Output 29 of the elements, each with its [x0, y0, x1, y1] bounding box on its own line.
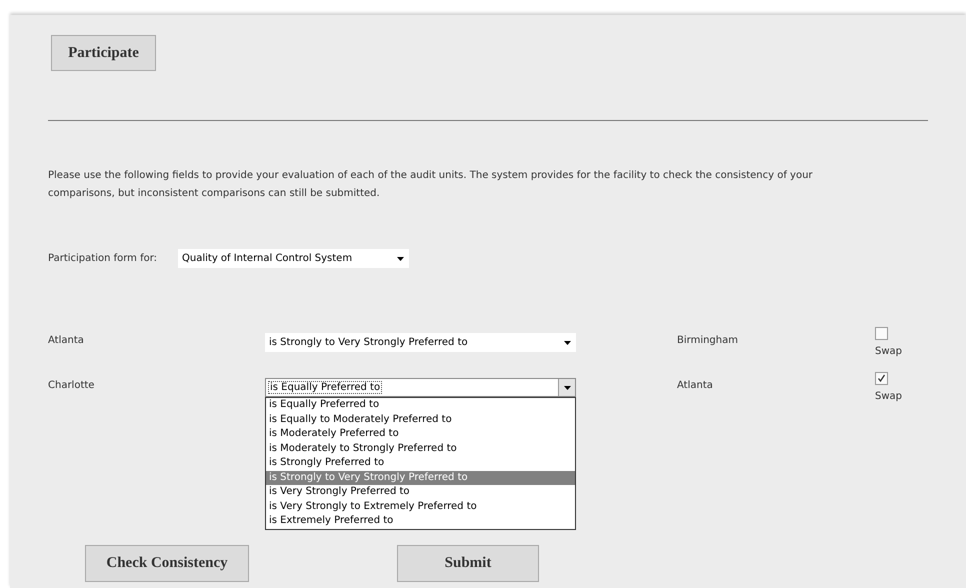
dropdown-option[interactable]: is Very Strongly to Extremely Preferred to [266, 500, 575, 514]
caret-icon [397, 256, 404, 260]
form-label: Participation form for: [48, 253, 158, 264]
unit-label: Atlanta [677, 379, 714, 393]
dropdown-option[interactable]: is Strongly to Very Strongly Preferred to [266, 470, 575, 485]
instructions-text: Please use the following fields to provide your evaluation of each of the audit units. The system provides for the facility to check the consistency of your comparisons, but inconsistent comparisons can still be submitted. [48, 169, 814, 201]
unit-label: Birmingham [677, 334, 739, 348]
swap-label: Swap [875, 391, 902, 402]
dropdown-option[interactable]: is Very Strongly Preferred to [266, 485, 575, 500]
dropdown-option[interactable]: is Equally to Moderately Preferred to [266, 412, 575, 427]
unit-label: Charlotte [48, 379, 96, 393]
swap-label: Swap [875, 346, 902, 357]
dropdown-option[interactable]: is Strongly Preferred to [266, 456, 575, 470]
preference-dropdown[interactable]: is Strongly to Very Strongly Preferred to [265, 333, 576, 352]
unit-label: Atlanta [48, 334, 85, 348]
swap-checkbox[interactable] [875, 327, 888, 340]
dropdown-option[interactable]: is Equally Preferred to [266, 398, 575, 412]
caret-icon [564, 340, 571, 344]
caret-icon [564, 386, 570, 390]
submit-button[interactable]: Submit [397, 545, 539, 582]
dropdown-option[interactable]: is Moderately to Strongly Preferred to [266, 442, 575, 456]
form-dropdown[interactable]: Quality of Internal Control System [178, 249, 409, 268]
preference-dropdown[interactable]: is Equally Preferred to [265, 378, 576, 397]
check-consistency-button[interactable]: Check Consistency [85, 545, 249, 582]
participate-button[interactable]: Participate [51, 35, 156, 71]
dropdown-option[interactable]: is Moderately Preferred to [266, 427, 575, 442]
dropdown-option[interactable]: is Extremely Preferred to [266, 514, 575, 528]
swap-checkbox[interactable] [875, 372, 888, 385]
dropdown-arrow-button[interactable] [558, 379, 575, 396]
